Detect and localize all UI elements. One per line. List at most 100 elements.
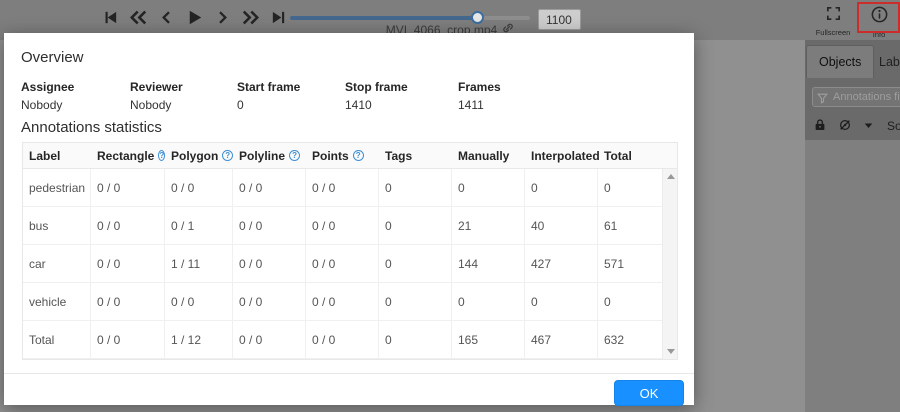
eye-slash-icon[interactable] <box>838 118 852 137</box>
table-row: bus 0 / 00 / 10 / 00 / 0 0 21 40 61 <box>23 207 677 245</box>
backward-jump-button[interactable] <box>128 7 148 27</box>
sidebar-header: Objects Labels So <box>805 40 900 140</box>
column-header-label: Label <box>23 143 91 168</box>
question-circle-icon[interactable]: ? <box>289 150 301 161</box>
stat-cell: 0 / 0 <box>233 245 306 282</box>
table-row: vehicle 0 / 00 / 00 / 00 / 00000 <box>23 283 677 321</box>
field-label: Start frame <box>237 80 301 94</box>
column-header-rectangle: Rectangle? <box>91 143 166 168</box>
field-label: Stop frame <box>345 80 408 94</box>
stat-cell: 0 <box>379 169 452 206</box>
column-header-polygon: Polygon? <box>165 143 233 168</box>
first-frame-button[interactable] <box>100 7 120 27</box>
play-icon <box>185 8 204 27</box>
play-button[interactable] <box>184 7 204 27</box>
backward-jump-icon <box>129 8 148 27</box>
column-header-label: Label <box>29 148 61 163</box>
sidebar-icon-row: So <box>805 114 900 138</box>
next-frame-icon <box>214 9 231 26</box>
sort-label: So <box>887 119 900 133</box>
column-header-label: Total <box>604 148 632 163</box>
stat-cell: 0 <box>379 245 452 282</box>
next-frame-button[interactable] <box>212 7 232 27</box>
stat-cell: 0 / 0 <box>233 321 306 358</box>
stat-cell: 0 / 0 <box>233 169 306 206</box>
modal-footer-divider <box>4 373 694 374</box>
overview-field: Assignee Nobody <box>21 80 130 112</box>
fullscreen-label: Fullscreen <box>815 28 851 37</box>
filter-funnel-icon <box>817 91 828 109</box>
info-highlight-box <box>857 2 900 33</box>
playback-controls <box>100 7 288 27</box>
stat-cell: 0 / 0 <box>91 245 165 282</box>
previous-frame-button[interactable] <box>156 7 176 27</box>
column-header-label: Points <box>312 148 349 163</box>
fullscreen-button[interactable]: Fullscreen <box>814 5 852 37</box>
stat-cell: 0 / 0 <box>165 169 233 206</box>
first-frame-icon <box>102 9 119 26</box>
question-circle-icon[interactable]: ? <box>222 150 233 161</box>
column-header-polyline: Polyline? <box>233 143 306 168</box>
field-label: Assignee <box>21 80 75 94</box>
stat-cell: 0 / 0 <box>306 207 379 244</box>
stat-cell: 0 / 0 <box>165 283 233 320</box>
table-row: pedestrian 0 / 00 / 00 / 00 / 00000 <box>23 169 677 207</box>
stat-cell: 0 / 0 <box>233 207 306 244</box>
stat-cell: 1 / 11 <box>165 245 233 282</box>
question-circle-icon[interactable]: ? <box>352 150 364 161</box>
stat-cell: 0 <box>604 180 611 195</box>
overview-field: Reviewer Nobody <box>130 80 237 112</box>
column-header-manually: Manually <box>452 143 525 168</box>
stat-cell: 0 <box>379 207 452 244</box>
stat-cell: 571 <box>604 256 625 271</box>
cvat-annotation-screen: MVI_4066_crop.mp4 Fullscreen Info Object… <box>0 0 900 412</box>
overview-field: Frames 1411 <box>458 80 538 112</box>
table-row: car 0 / 01 / 11 0 / 00 / 0 0 144 427 571 <box>23 245 677 283</box>
annotations-statistics-table: Label Rectangle? Polygon? Polyline? Points? T… <box>22 142 678 360</box>
field-value: 1411 <box>458 98 484 112</box>
column-header-total: Total <box>598 143 662 168</box>
ok-button[interactable]: OK <box>614 380 684 406</box>
table-header-row: Label Rectangle? Polygon? Polyline? Points? T… <box>23 143 677 169</box>
overview-fields: Assignee Nobody Reviewer Nobody Start frame 0… <box>21 80 538 112</box>
last-frame-icon <box>270 9 287 26</box>
stat-cell: 0 / 0 <box>91 283 165 320</box>
column-header-label: Rectangle <box>97 148 155 163</box>
sidebar-tabs: Objects Labels <box>805 40 900 78</box>
field-value: Nobody <box>21 98 63 112</box>
stats-title: Annotations statistics <box>21 119 162 136</box>
field-value: Nobody <box>130 98 172 112</box>
column-header-label: Polygon <box>171 148 219 163</box>
field-value: 0 <box>237 98 244 112</box>
table-body: pedestrian 0 / 00 / 00 / 00 / 0 0 0 0 0 bus 0 /… <box>23 169 677 359</box>
table-scrollbar[interactable] <box>662 169 677 359</box>
scroll-up-icon[interactable] <box>667 174 675 179</box>
lock-icon[interactable] <box>813 118 827 137</box>
last-frame-button[interactable] <box>268 7 288 27</box>
column-header-label: Tags <box>385 148 413 163</box>
field-value: 1410 <box>345 98 372 112</box>
stat-cell: 0 <box>452 169 525 206</box>
column-header-tags: Tags <box>379 143 452 168</box>
stat-cell: 0 <box>525 169 598 206</box>
tab-objects[interactable]: Objects <box>806 45 875 78</box>
stat-cell: 467 <box>525 321 598 358</box>
scroll-down-icon[interactable] <box>667 349 675 354</box>
stat-cell: 0 / 1 <box>165 207 233 244</box>
forward-jump-icon <box>241 8 260 27</box>
stat-cell: 0 / 0 <box>91 169 165 206</box>
column-header-label: Polyline <box>239 148 286 163</box>
forward-jump-button[interactable] <box>240 7 260 27</box>
row-label-cell: vehicle <box>23 283 91 320</box>
column-header-interpolated: Interpolated <box>525 143 600 168</box>
row-label-cell: pedestrian <box>23 169 91 206</box>
objects-sidebar: Objects Labels So <box>805 40 900 412</box>
stat-cell: 40 <box>525 207 598 244</box>
stat-cell: 0 <box>379 283 452 320</box>
column-header-label: Interpolated <box>531 148 600 163</box>
stat-cell: 0 / 0 <box>306 245 379 282</box>
overview-field: Stop frame 1410 <box>345 80 458 112</box>
caret-down-icon[interactable] <box>863 118 874 136</box>
stat-cell: 144 <box>452 245 525 282</box>
tab-labels[interactable]: Labels <box>867 45 900 78</box>
